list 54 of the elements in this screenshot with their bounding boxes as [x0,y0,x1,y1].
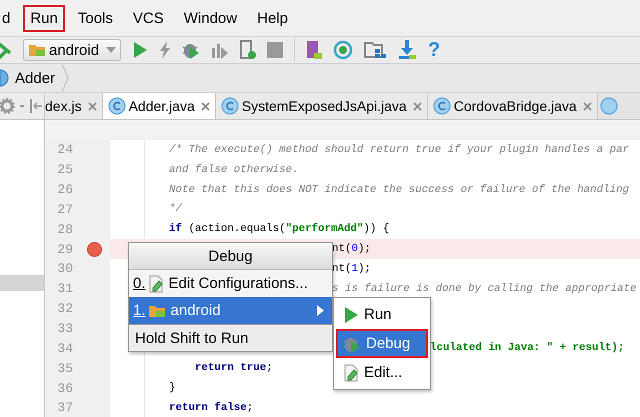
line-number: 32 [56,301,73,316]
line-number: 30 [56,261,73,276]
code-text: 1 [351,262,358,275]
editor-tab[interactable]: CordovaBridge.java [428,93,598,119]
code-text: and false otherwise. [169,164,299,176]
code-text: /* The execute() method should return true if your plugin handles a par [169,144,630,156]
code-text: nt( [332,262,352,275]
editor-tab[interactable]: Adder.java [102,93,216,119]
line-number: 28 [56,222,73,237]
menu-item[interactable]: Run [23,4,65,32]
menu-item[interactable]: VCS [126,4,171,32]
code-text: nt( [332,243,352,256]
code-text: Note that this does NOT indicate the success or failure of the handling [169,184,630,196]
line-number: 37 [56,400,73,416]
line-number: 34 [56,340,73,356]
code-text: ); [358,262,371,275]
menu-item[interactable]: 1. android [129,297,332,325]
breadcrumb-item[interactable]: Adder [13,70,58,86]
code-text: lculated in Java: " + result); [430,342,624,354]
code-text: (action.equals( [187,223,286,236]
line-number: 31 [56,281,73,296]
code-text: s is failure is done by calling the appropriate [332,282,637,295]
code-text: } [169,382,176,394]
line-number: 27 [56,202,73,217]
menu-item[interactable]: Help [250,4,295,32]
line-number: 36 [56,380,73,396]
line-number: 25 [56,162,73,178]
code-text: return false [169,402,247,414]
code-text: ; [246,402,254,414]
line-number: 29 [56,242,73,257]
editor-tab[interactable]: SystemExposedJsApi.java [216,93,428,119]
code-text: 0 [351,243,358,256]
menu-item[interactable]: Run [336,300,428,329]
menu-item[interactable]: Window [176,4,244,32]
code-text: )) { [363,223,390,236]
menu-item[interactable]: Tools [70,4,120,32]
menu-item[interactable]: d [0,4,18,32]
line-number: 33 [56,321,73,336]
run-config-dropdown[interactable]: android [23,39,122,61]
popup-title: Debug [129,243,332,270]
editor-tab[interactable]: dex.js [45,93,103,119]
menu-item[interactable]: Debug [336,329,428,358]
line-number: 26 [56,182,73,198]
popup-hint: Hold Shift to Run [129,325,332,351]
menu-item[interactable]: Edit... [336,358,428,387]
line-number: 35 [56,360,73,376]
menu-item[interactable]: 0. Edit Configurations... [129,270,332,297]
code-text: "performAdd" [286,223,364,236]
code-text: ); [358,243,371,256]
code-text: return true [194,362,266,374]
line-number: 24 [56,142,73,158]
code-text: if [169,223,182,236]
code-text: ; [266,362,273,374]
code-text: */ [169,203,182,216]
